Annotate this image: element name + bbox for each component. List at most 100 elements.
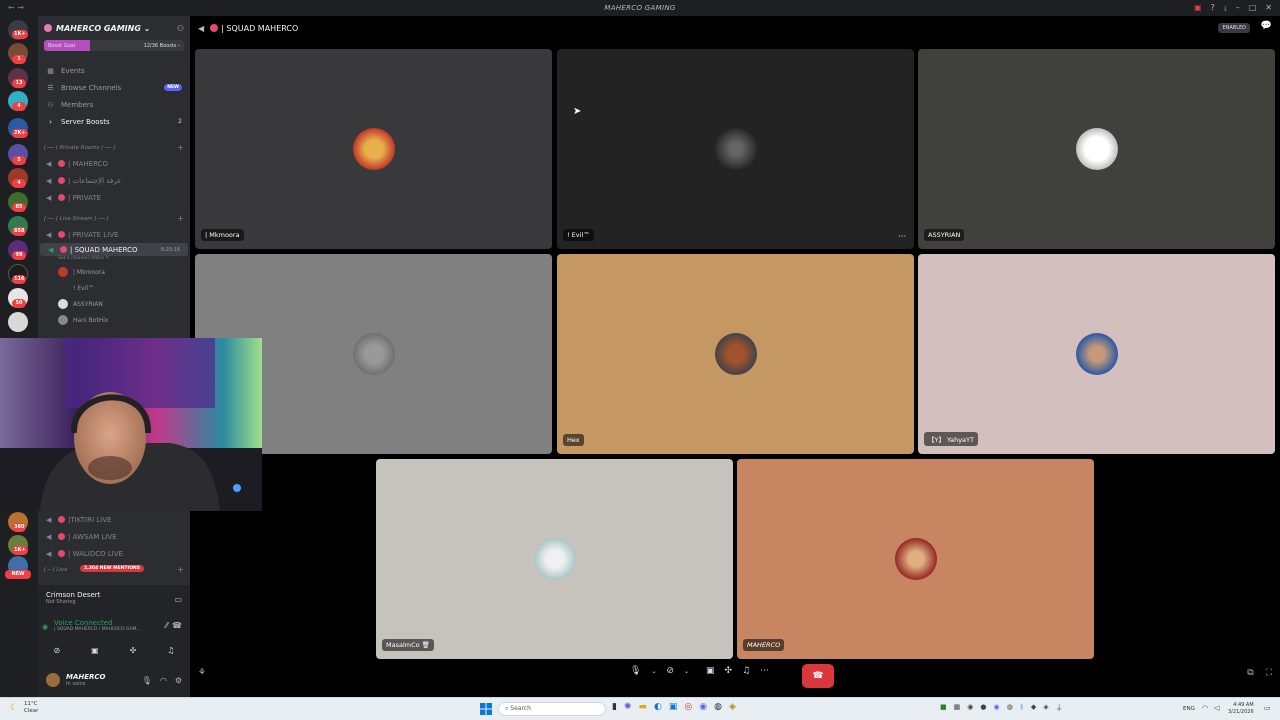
add-channel-icon[interactable]: + <box>177 214 184 223</box>
disconnect-icon[interactable]: ☎ <box>172 621 182 630</box>
boosts-label: Server Boosts <box>61 117 110 126</box>
app-icon[interactable]: ◈ <box>729 702 736 712</box>
screen-share-icon[interactable]: ▣ <box>91 646 99 655</box>
participant-tile[interactable]: MasalmCo 🗑 <box>376 459 733 659</box>
more-options-icon[interactable]: ··· <box>898 232 906 241</box>
voice-member[interactable]: Hani BotHix <box>38 312 190 328</box>
avatar[interactable] <box>46 673 60 687</box>
voice-member[interactable]: ASSYRIAN <box>38 296 190 312</box>
task-view-icon[interactable]: ▮ <box>612 702 617 712</box>
browse-channels-item[interactable]: ☰ Browse Channels NEW <box>38 79 190 96</box>
taskbar-search[interactable]: ⌕ Search <box>498 702 606 716</box>
boost-goal-bar[interactable]: Boost Goal 12/36 Boosts › <box>44 40 184 51</box>
new-servers-pill[interactable]: NEW <box>5 570 31 579</box>
voice-member[interactable]: | Mkmoora <box>38 264 190 280</box>
participant-tile[interactable]: ! Evil™ ··· <box>557 49 914 249</box>
gear-icon[interactable]: ⚙ <box>175 676 182 685</box>
invite-icon[interactable]: ⚇ <box>177 24 184 33</box>
voice-channel[interactable]: ◀ | MAHERCO <box>38 155 190 172</box>
participant-tile[interactable]: Hex <box>557 254 914 454</box>
bluetooth-icon[interactable]: ᛒ <box>1020 703 1024 713</box>
maximize-icon[interactable]: □ <box>1249 3 1257 17</box>
category-live-stream[interactable]: ǀ ── ( Live Stream ) ── ǀ + <box>38 211 190 226</box>
download-icon[interactable]: ⭳ <box>1224 3 1227 17</box>
taskbar-clock[interactable]: 4:49 AM 3/21/2026 <box>1228 702 1254 716</box>
activities-icon[interactable]: ✣ <box>725 666 733 676</box>
share-screen-icon[interactable]: ▭ <box>174 595 182 604</box>
soundboard-icon[interactable]: ♫ <box>742 666 750 676</box>
screen-share-icon[interactable]: ▣ <box>706 666 715 676</box>
store-icon[interactable]: ▣ <box>669 702 678 712</box>
participant-tile[interactable]: 【Y】 YahyaYT <box>918 254 1275 454</box>
chevron-down-icon[interactable]: ⌄ <box>651 668 656 675</box>
discord-taskbar-icon[interactable]: ◉ <box>699 702 707 712</box>
add-channel-icon[interactable]: + <box>177 565 184 574</box>
soundboard-icon[interactable]: ♫ <box>167 646 174 655</box>
voice-channel[interactable]: ◀ | PRIVATE LIVE <box>38 226 190 243</box>
volume-icon[interactable]: ◁ <box>1214 704 1219 712</box>
notification-icon[interactable]: ▭ <box>1264 704 1271 712</box>
headphones-icon[interactable]: ◠ <box>160 676 167 685</box>
voice-channel-active[interactable]: ◀ | SQUAD MAHERCO 8:20:18 <box>40 243 188 256</box>
category-live[interactable]: ǀ ─ ( Live + 2,304 NEW MENTIONS <box>38 562 190 577</box>
windows-start-icon[interactable] <box>480 703 492 715</box>
tray-app-icon[interactable]: ● <box>980 703 986 713</box>
channel-status[interactable]: Set a channel status ✎ <box>38 256 190 264</box>
help-icon[interactable]: ? <box>1211 3 1215 17</box>
dot-icon <box>58 194 65 201</box>
microphone-icon[interactable]: 🎙 <box>630 666 641 676</box>
fullscreen-icon[interactable]: ⛶ <box>1266 668 1272 678</box>
chevron-down-icon[interactable]: ⌄ <box>684 668 689 675</box>
user-panel: MAHERCO In voice 🎙 ◠ ⚙ <box>38 665 190 695</box>
voice-member[interactable]: ! Evil™ <box>38 280 190 296</box>
enabled-badge[interactable]: ENABLED <box>1218 23 1250 33</box>
nvidia-icon[interactable]: ■ <box>940 703 947 713</box>
server-icon[interactable] <box>8 312 28 332</box>
participant-tile[interactable]: MAHERCO <box>737 459 1094 659</box>
camera-off-icon[interactable]: ⊘ <box>666 666 674 676</box>
edge-icon[interactable]: ◐ <box>654 702 662 712</box>
tray-app-icon[interactable]: ▦ <box>954 703 961 713</box>
user-name[interactable]: MAHERCO <box>66 673 106 681</box>
add-channel-icon[interactable]: + <box>177 143 184 152</box>
more-options-icon[interactable]: ··· <box>760 666 769 676</box>
new-mentions-pill[interactable]: 2,304 NEW MENTIONS <box>80 565 145 572</box>
tray-app-icon[interactable]: ◉ <box>967 703 973 713</box>
voice-channel[interactable]: ◀ | PRIVATE <box>38 189 190 206</box>
tray-app-icon[interactable]: ◍ <box>1007 703 1013 713</box>
tray-app-icon[interactable]: ◆ <box>1031 703 1036 713</box>
chrome-icon[interactable]: ◎ <box>684 702 692 712</box>
noise-suppression-icon[interactable]: ⁄⁄ <box>165 621 168 630</box>
voice-channel[interactable]: ◀ | WALIDCO LIVE <box>38 545 190 562</box>
minimize-icon[interactable]: – <box>1236 3 1240 17</box>
close-icon[interactable]: ✕ <box>1265 3 1272 17</box>
participant-tile[interactable]: | Mkmoora <box>195 49 552 249</box>
discord-tray-icon[interactable]: ◉ <box>993 703 999 713</box>
members-item[interactable]: ⚇ Members <box>38 96 190 113</box>
leave-call-button[interactable]: ☎ <box>802 664 834 688</box>
popout-icon[interactable]: ⧉ <box>1247 668 1253 678</box>
activities-icon[interactable]: ✣ <box>130 646 137 655</box>
steam-icon[interactable]: ◍ <box>714 702 722 712</box>
language-indicator[interactable]: ENG <box>1183 706 1195 712</box>
wifi-icon[interactable]: ◠ <box>1202 704 1208 712</box>
chat-icon[interactable]: 💬 <box>1261 21 1272 31</box>
tray-app-icon[interactable]: ◈ <box>1043 703 1048 713</box>
webcam-overlay <box>0 338 262 511</box>
voice-channel[interactable]: ◀ | AWSAM LIVE <box>38 528 190 545</box>
server-boosts-item[interactable]: › Server Boosts 2 <box>38 113 190 130</box>
voice-channel[interactable]: ◀ |TIKTIRI LIVE <box>38 511 190 528</box>
usb-icon[interactable]: ⏚ <box>1056 703 1063 713</box>
copilot-icon[interactable]: ✺ <box>624 702 632 712</box>
category-private-rooms[interactable]: ǀ ── ( Private Rooms ) ── ǀ + <box>38 140 190 155</box>
participant-tile[interactable]: ASSYRIAN <box>918 49 1275 249</box>
server-header[interactable]: MAHERCO GAMING ⌄ ⚇ <box>38 16 190 40</box>
microphone-icon[interactable]: 🎙 <box>142 676 152 685</box>
camera-off-icon[interactable]: ⊘ <box>53 646 60 655</box>
events-item[interactable]: ▦ Events <box>38 62 190 79</box>
file-explorer-icon[interactable]: ▬ <box>639 702 648 712</box>
inbox-icon[interactable]: ▣ <box>1194 3 1202 17</box>
activity-launcher-icon[interactable]: ⚘ <box>198 668 206 678</box>
voice-channel[interactable]: ◀ | غرفة الإجتماعات <box>38 172 190 189</box>
member-name: ASSYRIAN <box>73 300 103 308</box>
